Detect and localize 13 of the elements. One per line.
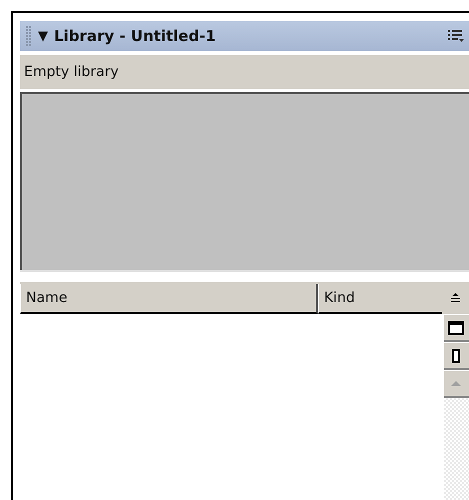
wide-rectangle-icon [448, 320, 464, 334]
status-text: Empty library [24, 64, 119, 80]
column-header[interactable]: Kind [318, 284, 442, 314]
grip-icon[interactable] [26, 26, 32, 46]
column-header[interactable]: Name [20, 284, 318, 314]
up-arrow-icon [450, 380, 462, 388]
sort-icon[interactable] [442, 284, 469, 314]
collapse-toggle[interactable]: ▼ [38, 28, 48, 44]
scrollbar[interactable] [444, 370, 469, 500]
narrow-view-button[interactable] [444, 342, 469, 370]
panel-title: Library - Untitled-1 [54, 27, 217, 45]
options-menu-icon[interactable] [447, 28, 465, 44]
wide-view-button[interactable] [444, 314, 469, 342]
